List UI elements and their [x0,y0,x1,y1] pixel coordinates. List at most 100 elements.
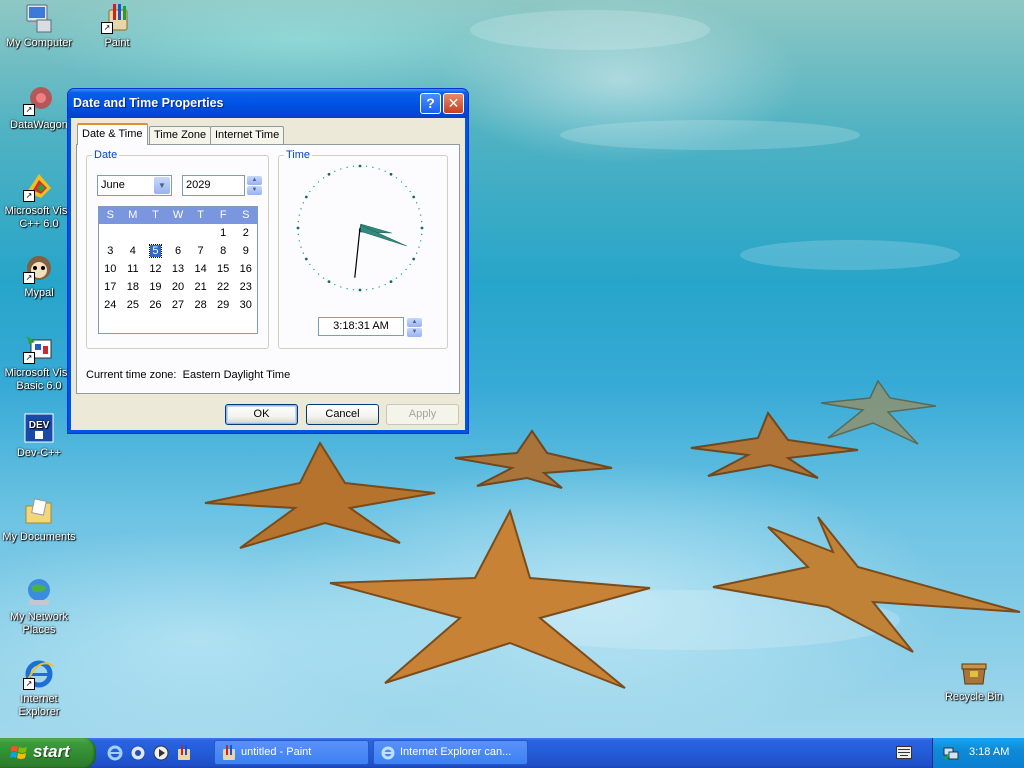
shortcut-arrow-icon: ↗ [23,190,35,202]
calendar-day[interactable]: 26 [144,296,167,314]
calendar-day[interactable]: 16 [234,260,257,278]
starfish-image [329,508,651,689]
desktop-icon-paint[interactable]: ↗ Paint [78,2,156,50]
calendar-day[interactable]: 28 [189,296,212,314]
taskbar-item-paint[interactable]: untitled - Paint [214,740,369,765]
calendar-day[interactable]: 25 [122,296,145,314]
year-spinner[interactable]: ▲ ▼ [247,176,262,195]
calendar-day[interactable]: 27 [167,296,190,314]
ok-button[interactable]: OK [225,404,298,425]
starfish-image [820,379,937,445]
clock-minute-mark [346,166,348,169]
internet-explorer-icon[interactable] [106,744,124,762]
calendar-day[interactable]: 14 [189,260,212,278]
calendar-week-row: 3456789 [99,242,257,260]
close-button[interactable]: ✕ [443,93,464,114]
clock-minute-mark [405,185,407,188]
clock-minute-mark [384,170,386,173]
calendar-day[interactable]: 3 [99,242,122,260]
shortcut-arrow-icon: ↗ [23,352,35,364]
calendar-day[interactable]: 21 [189,278,212,296]
spin-up-icon[interactable]: ▲ [407,318,422,327]
clock-hour-mark [412,195,416,199]
calendar-day[interactable]: 1 [212,224,235,242]
start-button[interactable]: start [0,738,96,768]
clock-minute-mark [334,170,336,173]
time-input[interactable]: 3:18:31 AM [318,317,404,336]
spin-down-icon[interactable]: ▼ [407,328,422,337]
network-status-icon[interactable] [943,745,959,761]
calendar-day[interactable]: 19 [144,278,167,296]
calendar-weekday: M [128,209,138,221]
calendar-day[interactable]: 20 [167,278,190,296]
cancel-button[interactable]: Cancel [306,404,379,425]
calendar-week-row: 12 [99,224,257,242]
tab-date-time[interactable]: Date & Time [77,123,148,145]
tab-internet-time[interactable]: Internet Time [210,126,285,144]
calendar-day[interactable]: 30 [234,296,257,314]
calendar-day[interactable]: 24 [99,296,122,314]
desktop-icon-label: My Documents [2,531,76,543]
calendar[interactable]: SMTWTFS 1 2 3 4 5 6 7 8 9 10 11 12 13 14 15 16 17 18 19 20 2… [98,206,258,334]
calendar-day[interactable]: 22 [212,278,235,296]
paint-icon[interactable] [175,744,193,762]
desktop-icon-internet-explorer[interactable]: ↗ Internet Explorer [0,658,78,719]
calendar-day[interactable]: 18 [122,278,145,296]
chevron-down-icon[interactable]: ▼ [154,177,170,194]
clock-minute-mark [409,263,411,266]
spin-up-icon[interactable]: ▲ [247,176,262,185]
tab-time-zone[interactable]: Time Zone [149,126,212,144]
clock-minute-mark [384,283,386,286]
starfish-image [712,516,1021,653]
calendar-day[interactable]: 8 [212,242,235,260]
clock-minute-mark [418,208,420,210]
calendar-day[interactable]: 13 [167,260,190,278]
year-field[interactable]: 2029 [182,175,245,196]
clock-minute-mark [415,202,418,204]
calendar-day[interactable]: 9 [234,242,257,260]
media-icon[interactable] [129,744,147,762]
calendar-day[interactable]: 5 [144,242,167,260]
desktop-icon-network-places[interactable]: My Network Places [0,576,78,637]
shortcut-arrow-icon: ↗ [23,272,35,284]
keyboard-icon[interactable] [896,746,912,759]
desktop-icon-label: DataWagon [10,119,68,131]
calendar-day[interactable]: 2 [234,224,257,242]
apply-button[interactable]: Apply [386,404,459,425]
internet-explorer-icon [381,746,395,760]
calendar-day[interactable]: 29 [212,296,235,314]
clock-minute-mark [298,214,301,216]
calendar-day[interactable]: 11 [122,260,145,278]
shortcut-arrow-icon: ↗ [23,678,35,690]
dialog-titlebar[interactable]: Date and Time Properties ? ✕ [68,89,468,118]
clock-hour-mark [327,172,331,176]
taskbar-item-internet-explorer[interactable]: Internet Explorer can... [373,740,528,765]
clock-minute-mark [400,273,403,275]
calendar-days[interactable]: 1 2 3 4 5 6 7 8 9 10 11 12 13 14 15 16 17 18 19 20 21 22 23 24 2… [99,224,257,314]
desktop-icon-recycle-bin[interactable]: Recycle Bin [935,656,1013,704]
clock-hour-mark [327,280,331,284]
time-spinner[interactable]: ▲ ▼ [407,318,422,337]
calendar-day[interactable]: 6 [167,242,190,260]
calendar-day[interactable]: 4 [122,242,145,260]
visual-cpp-icon: ↗ [23,170,55,202]
calendar-day[interactable]: 10 [99,260,122,278]
calendar-day[interactable]: 17 [99,278,122,296]
clock-minute-mark [372,287,374,290]
help-button[interactable]: ? [420,93,441,114]
calendar-day[interactable]: 7 [189,242,212,260]
calendar-day[interactable]: 15 [212,260,235,278]
clock-minute-mark [322,277,325,279]
clock-minute-mark [346,287,348,290]
clock-minute-mark [419,240,422,242]
desktop-icon-my-documents[interactable]: My Documents [0,496,78,544]
desktop-icon-my-computer[interactable]: My Computer [0,2,78,50]
tray-clock[interactable]: 3:18 AM [969,746,1009,758]
media-player-icon[interactable] [152,744,170,762]
clock-minute-mark [317,273,320,275]
month-select[interactable]: June ▼ [97,175,172,196]
visual-basic-icon: ↗ [23,332,55,364]
spin-down-icon[interactable]: ▼ [247,186,262,195]
calendar-day[interactable]: 23 [234,278,257,296]
calendar-day[interactable]: 12 [144,260,167,278]
